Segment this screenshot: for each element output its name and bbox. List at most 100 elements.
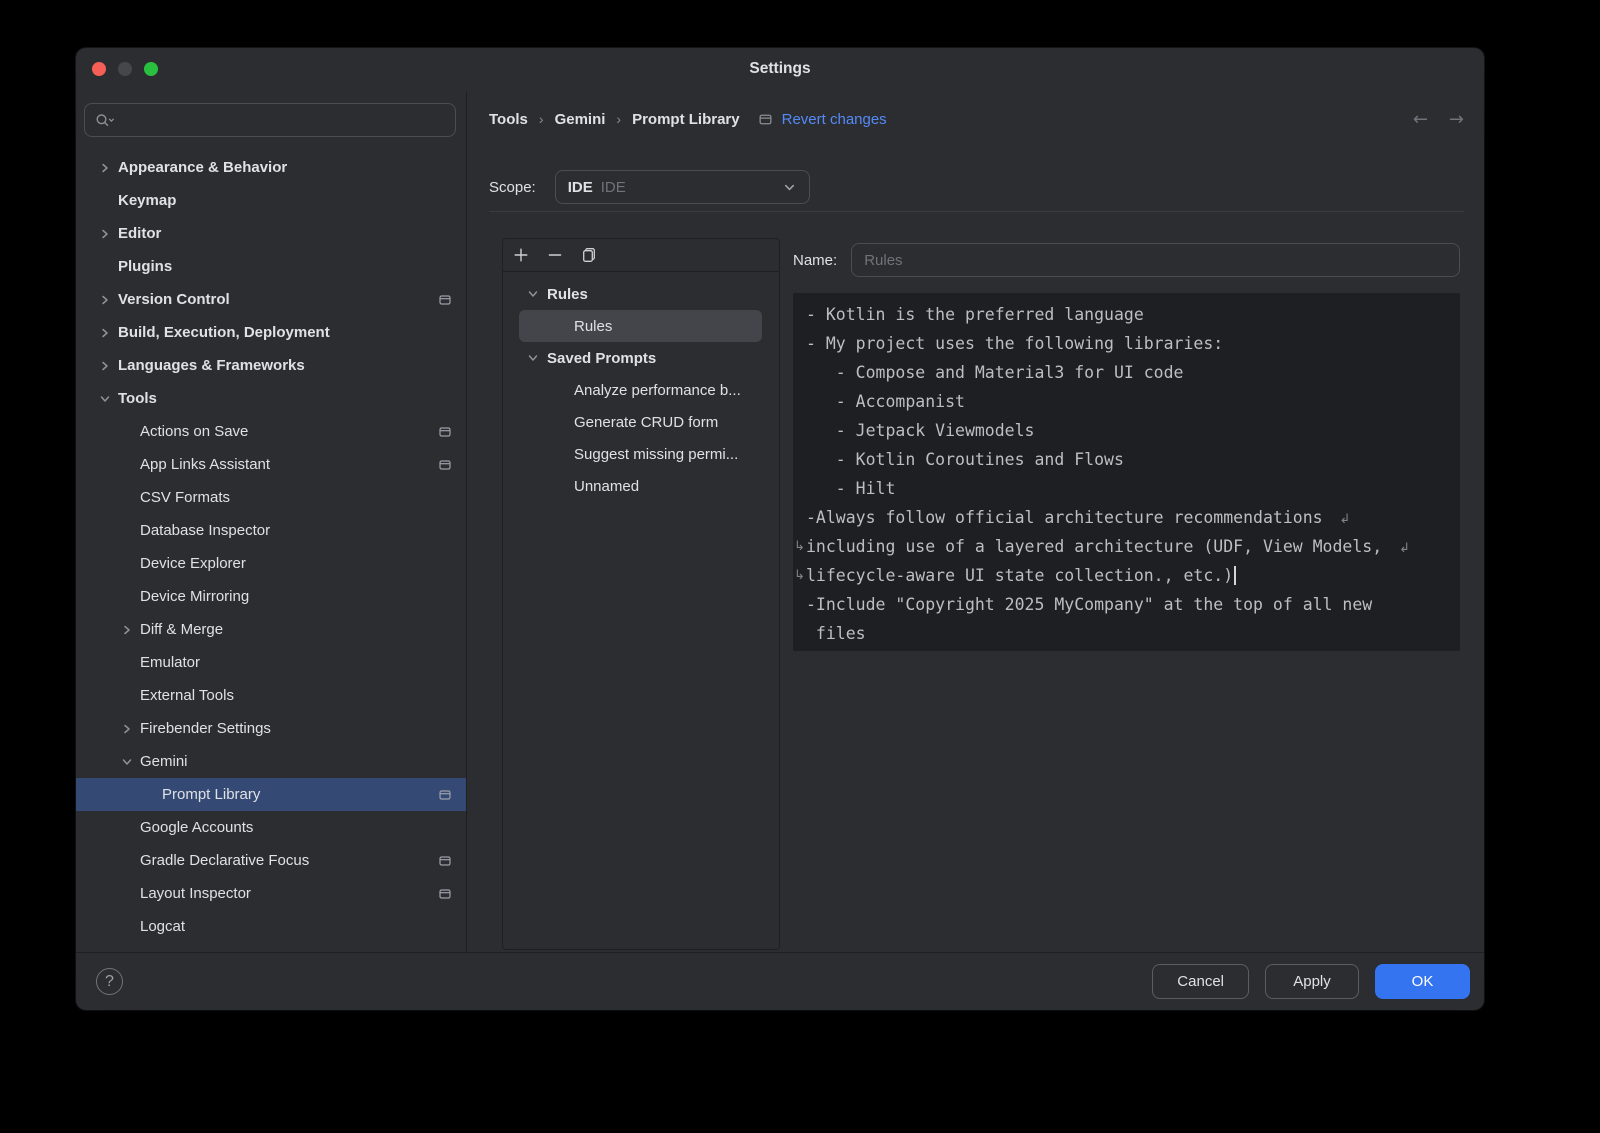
editor-line: - Accompanist xyxy=(806,387,1460,416)
prompt-item-generate-crud-form[interactable]: Generate CRUD form xyxy=(519,406,762,438)
editor-line: - My project uses the following librarie… xyxy=(806,329,1460,358)
scope-label: Scope: xyxy=(489,179,536,196)
prompt-group-saved-prompts[interactable]: Saved Prompts xyxy=(503,342,779,374)
prompt-item-analyze-performance-b[interactable]: Analyze performance b... xyxy=(519,374,762,406)
maximize-window-button[interactable] xyxy=(144,62,158,76)
sidebar-item-database-inspector[interactable]: Database Inspector xyxy=(76,514,466,547)
forward-arrow-icon[interactable]: → xyxy=(1449,109,1464,130)
sidebar-item-editor[interactable]: Editor xyxy=(76,217,466,250)
sidebar-item-label: Device Explorer xyxy=(140,555,246,572)
sidebar-item-firebender-settings[interactable]: Firebender Settings xyxy=(76,712,466,745)
sidebar-item-version-control[interactable]: Version Control xyxy=(76,283,466,316)
back-arrow-icon[interactable]: ← xyxy=(1413,109,1428,130)
remove-prompt-button[interactable] xyxy=(547,247,563,263)
sidebar-item-label: Plugins xyxy=(118,258,172,275)
sidebar-item-label: Device Mirroring xyxy=(140,588,249,605)
search-icon xyxy=(95,113,116,128)
breadcrumb-item-tools[interactable]: Tools xyxy=(489,111,528,128)
sidebar-item-layout-inspector[interactable]: Layout Inspector xyxy=(76,877,466,910)
sidebar-item-external-tools[interactable]: External Tools xyxy=(76,679,466,712)
prompt-item-unnamed[interactable]: Unnamed xyxy=(519,470,762,502)
settings-search-box[interactable] xyxy=(84,103,456,137)
main-area: Appearance & Behavior Keymap Editor Plugins… xyxy=(76,92,1484,952)
traffic-lights xyxy=(92,62,158,76)
soft-wrap-start-icon: ↳ xyxy=(794,561,805,590)
prompt-item-label: Unnamed xyxy=(574,478,639,495)
close-window-button[interactable] xyxy=(92,62,106,76)
sidebar-item-prompt-library[interactable]: Prompt Library xyxy=(76,778,466,811)
prompt-item-label: Analyze performance b... xyxy=(574,382,741,399)
sidebar-item-label: Version Control xyxy=(118,291,230,308)
sidebar-item-label: Keymap xyxy=(118,192,176,209)
scope-row: Scope: IDE IDE xyxy=(489,170,810,204)
chevron-right-icon[interactable] xyxy=(92,359,118,373)
sidebar-item-gradle-declarative-focus[interactable]: Gradle Declarative Focus xyxy=(76,844,466,877)
help-button[interactable]: ? xyxy=(96,968,123,995)
breadcrumb-separator-icon: › xyxy=(539,111,544,127)
sidebar-item-label: CSV Formats xyxy=(140,489,230,506)
sidebar-item-keymap[interactable]: Keymap xyxy=(76,184,466,217)
chevron-right-icon[interactable] xyxy=(92,161,118,175)
sidebar-item-device-mirroring[interactable]: Device Mirroring xyxy=(76,580,466,613)
chevron-right-icon[interactable] xyxy=(92,326,118,340)
prompt-item-label: Rules xyxy=(574,318,612,335)
ide-settings-icon xyxy=(438,788,452,802)
chevron-right-icon[interactable] xyxy=(114,623,140,637)
chevron-down-icon[interactable] xyxy=(519,351,547,365)
sidebar-item-languages-frameworks[interactable]: Languages & Frameworks xyxy=(76,349,466,382)
prompt-tree: Rules Rules Saved Prompts Analyze performan… xyxy=(503,272,779,502)
minimize-window-button[interactable] xyxy=(118,62,132,76)
editor-line: - Jetpack Viewmodels xyxy=(806,416,1460,445)
apply-button[interactable]: Apply xyxy=(1265,964,1359,999)
settings-search-input[interactable] xyxy=(124,112,445,129)
prompt-item-suggest-missing-permi[interactable]: Suggest missing permi... xyxy=(519,438,762,470)
scope-selected-prefix: IDE xyxy=(568,179,593,196)
sidebar-item-plugins[interactable]: Plugins xyxy=(76,250,466,283)
sidebar-item-appearance-behavior[interactable]: Appearance & Behavior xyxy=(76,151,466,184)
breadcrumb-item-prompt-library[interactable]: Prompt Library xyxy=(632,111,740,128)
sidebar-item-app-links-assistant[interactable]: App Links Assistant xyxy=(76,448,466,481)
editor-line: -Always follow official architecture rec… xyxy=(806,503,1460,532)
sidebar-item-build-execution-deployment[interactable]: Build, Execution, Deployment xyxy=(76,316,466,349)
sidebar-item-google-accounts[interactable]: Google Accounts xyxy=(76,811,466,844)
sidebar-item-logcat[interactable]: Logcat xyxy=(76,910,466,943)
chevron-down-icon[interactable] xyxy=(114,755,140,769)
add-prompt-button[interactable] xyxy=(513,247,529,263)
history-arrows: ← → xyxy=(1413,109,1464,130)
sidebar-item-label: Appearance & Behavior xyxy=(118,159,287,176)
scope-dropdown[interactable]: IDE IDE xyxy=(555,170,810,204)
chevron-right-icon[interactable] xyxy=(114,722,140,736)
prompt-group-rules[interactable]: Rules xyxy=(503,278,779,310)
chevron-right-icon[interactable] xyxy=(92,227,118,241)
editor-line: - Hilt xyxy=(806,474,1460,503)
breadcrumb-item-gemini[interactable]: Gemini xyxy=(555,111,606,128)
chevron-down-icon[interactable] xyxy=(519,287,547,301)
sidebar-item-gemini[interactable]: Gemini xyxy=(76,745,466,778)
cancel-button[interactable]: Cancel xyxy=(1152,964,1249,999)
sidebar-item-device-explorer[interactable]: Device Explorer xyxy=(76,547,466,580)
revert-changes-link[interactable]: Revert changes xyxy=(782,111,887,128)
ide-settings-icon xyxy=(438,293,452,307)
sidebar-item-label: Layout Inspector xyxy=(140,885,251,902)
sidebar-item-tools[interactable]: Tools xyxy=(76,382,466,415)
chevron-right-icon[interactable] xyxy=(92,293,118,307)
prompt-name-input[interactable] xyxy=(851,243,1460,277)
ide-settings-icon xyxy=(438,425,452,439)
ok-button[interactable]: OK xyxy=(1375,964,1470,999)
sidebar-item-actions-on-save[interactable]: Actions on Save xyxy=(76,415,466,448)
chevron-down-icon[interactable] xyxy=(92,392,118,406)
sidebar-item-csv-formats[interactable]: CSV Formats xyxy=(76,481,466,514)
prompt-list-panel: Rules Rules Saved Prompts Analyze performan… xyxy=(502,238,780,950)
prompt-item-rules[interactable]: Rules xyxy=(519,310,762,342)
header-separator xyxy=(489,211,1464,212)
dialog-footer: ? Cancel Apply OK xyxy=(76,952,1484,1010)
sidebar-item-diff-merge[interactable]: Diff & Merge xyxy=(76,613,466,646)
prompt-text-editor[interactable]: - Kotlin is the preferred language- My p… xyxy=(793,293,1460,651)
sidebar-item-label: Emulator xyxy=(140,654,200,671)
sidebar-item-emulator[interactable]: Emulator xyxy=(76,646,466,679)
prompt-name-row: Name: xyxy=(793,243,1460,277)
copy-prompt-button[interactable] xyxy=(581,247,597,263)
sidebar-item-label: Firebender Settings xyxy=(140,720,271,737)
ide-settings-icon xyxy=(438,854,452,868)
editor-line: - Kotlin Coroutines and Flows xyxy=(806,445,1460,474)
